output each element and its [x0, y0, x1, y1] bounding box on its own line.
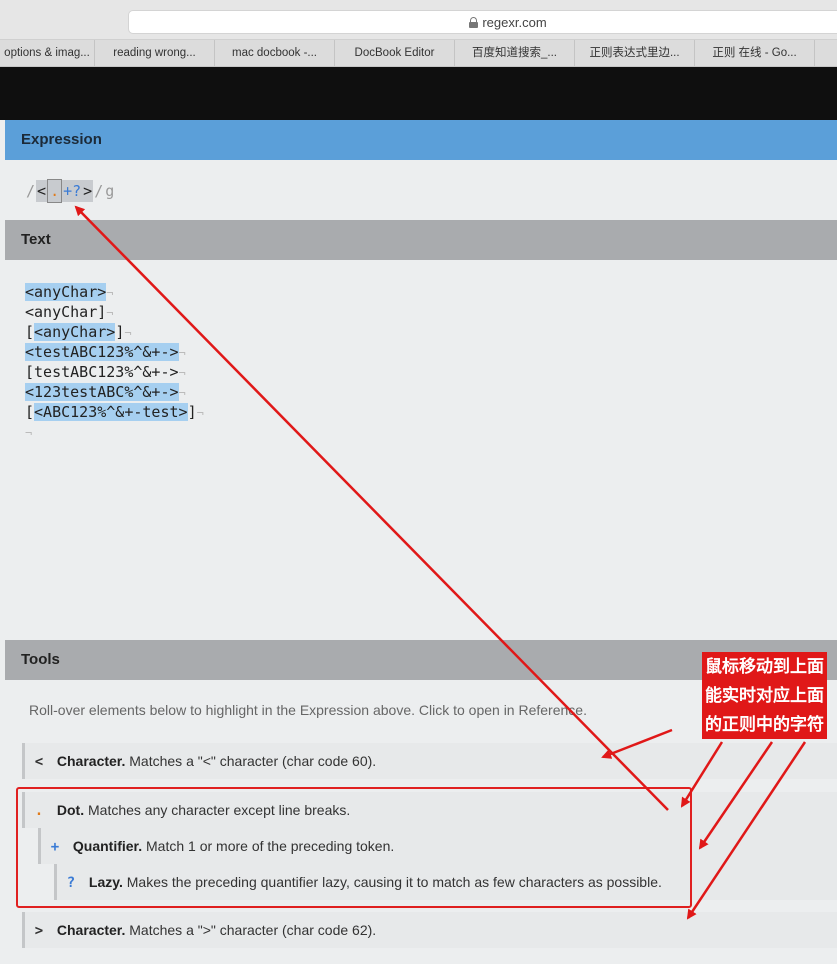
- token-description: Matches a ">" character (char code 62).: [129, 922, 377, 938]
- annotation-line: 能实时对应上面: [702, 681, 827, 710]
- expression-token-lazy-quantifier[interactable]: +?: [62, 180, 83, 202]
- expression-heading: Expression: [5, 120, 837, 160]
- tool-row-dot[interactable]: . Dot. Matches any character except line…: [22, 792, 837, 828]
- tool-row-character-gt[interactable]: > Character. Matches a ">" character (ch…: [22, 912, 837, 948]
- bookmark-item[interactable]: 百度知道搜索_...: [455, 40, 575, 66]
- token-symbol: >: [34, 923, 44, 939]
- bookmark-item[interactable]: 正则 在线 - Go...: [695, 40, 815, 66]
- text-input-area[interactable]: <anyChar>¬ <anyChar]¬ [<anyChar>]¬ <testABC…: [25, 282, 204, 442]
- token-description: Matches any character except line breaks…: [88, 802, 351, 818]
- bookmark-item[interactable]: 正则表达式里边...: [575, 40, 695, 66]
- text-match: <ABC123%^&+-test>: [34, 403, 188, 421]
- lock-icon: [469, 16, 479, 28]
- tool-row-character-lt[interactable]: < Character. Matches a "<" character (ch…: [22, 743, 837, 779]
- annotation-callout: 鼠标移动到上面 能实时对应上面 的正则中的字符: [682, 652, 827, 739]
- expression-close-delimiter: /: [94, 182, 104, 200]
- text-line: <anyChar>¬: [25, 282, 204, 302]
- url-text: regexr.com: [482, 14, 547, 30]
- tool-row-lazy[interactable]: ? Lazy. Makes the preceding quantifier l…: [54, 864, 837, 900]
- line-end-marker: ¬: [124, 326, 132, 340]
- token-title: Character.: [56, 922, 126, 938]
- token-title: Character.: [56, 753, 126, 769]
- line-end-marker: ¬: [178, 366, 186, 380]
- expression-flags[interactable]: g: [104, 180, 115, 202]
- text-match: <testABC123%^&+->: [25, 343, 179, 361]
- expression-token-lt[interactable]: <: [36, 180, 48, 202]
- token-symbol: .: [34, 803, 44, 819]
- text-line: [<ABC123%^&+-test>]¬: [25, 403, 204, 421]
- bookmark-overflow[interactable]: [815, 40, 837, 66]
- text-line: [<anyChar>]¬: [25, 323, 132, 341]
- text-match: <anyChar>: [34, 323, 116, 341]
- text-line: <testABC123%^&+->¬: [25, 342, 204, 362]
- token-title: Lazy.: [88, 874, 123, 890]
- expression-token-gt[interactable]: >: [82, 180, 94, 202]
- line-end-marker: ¬: [196, 406, 204, 420]
- expression-token-dot[interactable]: .: [47, 179, 63, 203]
- token-symbol: +: [50, 839, 60, 855]
- line-end-marker: ¬: [106, 306, 114, 320]
- line-end-marker: ¬: [25, 426, 33, 440]
- bookmark-item[interactable]: DocBook Editor: [335, 40, 455, 66]
- token-description: Makes the preceding quantifier lazy, cau…: [126, 874, 662, 890]
- bookmark-item[interactable]: mac docbook -...: [215, 40, 335, 66]
- browser-toolbar: regexr.com: [0, 0, 837, 40]
- token-symbol: <: [34, 754, 44, 770]
- text-line: <123testABC%^&+->¬: [25, 382, 204, 402]
- token-symbol: ?: [66, 875, 76, 891]
- text-heading: Text: [5, 220, 837, 260]
- bookmark-item[interactable]: options & imag...: [0, 40, 95, 66]
- token-title: Quantifier.: [72, 838, 143, 854]
- bookmark-item[interactable]: reading wrong...: [95, 40, 215, 66]
- regexr-app: Expression / < . +? > / g Text <anyChar>…: [5, 120, 837, 964]
- token-description: Match 1 or more of the preceding token.: [146, 838, 395, 854]
- annotation-line: 的正则中的字符: [702, 710, 827, 739]
- expression-open-delimiter: /: [26, 182, 36, 200]
- expression-editor[interactable]: / < . +? > / g: [25, 179, 115, 203]
- bookmarks-bar: options & imag... reading wrong... mac d…: [0, 40, 837, 67]
- token-title: Dot.: [56, 802, 85, 818]
- tool-row-quantifier[interactable]: + Quantifier. Match 1 or more of the pre…: [38, 828, 837, 864]
- text-line: ¬: [25, 422, 204, 442]
- site-header: [0, 67, 837, 120]
- text-match: <123testABC%^&+->: [25, 383, 179, 401]
- line-end-marker: ¬: [178, 386, 186, 400]
- line-end-marker: ¬: [106, 286, 114, 300]
- annotation-line: 鼠标移动到上面: [702, 652, 827, 681]
- line-end-marker: ¬: [178, 346, 186, 360]
- address-bar[interactable]: regexr.com: [128, 10, 837, 34]
- tools-description: Roll-over elements below to highlight in…: [29, 702, 587, 718]
- text-match: <anyChar>: [25, 283, 107, 301]
- text-line: [testABC123%^&+->¬: [25, 363, 186, 381]
- text-line: <anyChar]¬: [25, 303, 114, 321]
- token-description: Matches a "<" character (char code 60).: [129, 753, 377, 769]
